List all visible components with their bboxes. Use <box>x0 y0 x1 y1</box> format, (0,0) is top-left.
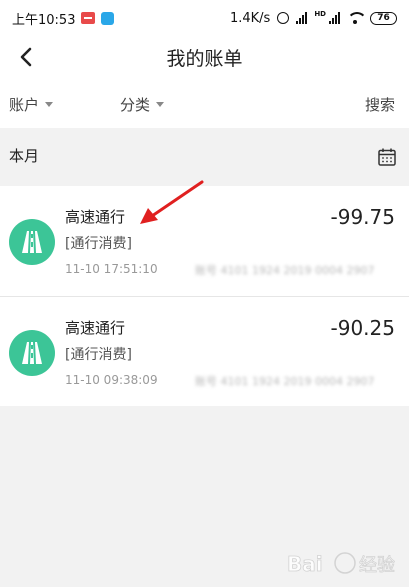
svg-text:经验: 经验 <box>359 555 395 576</box>
wifi-icon <box>347 12 367 24</box>
bill-list-item[interactable]: 高速通行 [通行消费] 11-10 09:38:09 账号 4101 1924 … <box>0 296 409 406</box>
baidu-jingyan-watermark: Bai 经验 <box>287 552 396 577</box>
app-icon <box>101 11 115 25</box>
battery-icon: 76 <box>370 11 397 25</box>
network-speed: 1.4K/s <box>229 10 271 26</box>
bill-card-number: 账号 4101 1924 2019 0004 2907 <box>195 264 375 277</box>
status-bar: 上午10:53 1.4K/s HD 76 <box>0 0 409 36</box>
category-filter-dropdown[interactable]: 分类 <box>120 94 165 115</box>
status-left: 上午10:53 <box>12 9 115 28</box>
nav-bar: 我的账单 <box>0 36 409 78</box>
bill-amount: -99.75 <box>330 205 395 229</box>
annotation-arrow-icon <box>140 180 204 224</box>
page-title: 我的账单 <box>166 48 243 70</box>
calendar-button[interactable] <box>377 147 397 167</box>
month-label: 本月 <box>9 147 40 165</box>
highway-icon <box>9 330 55 376</box>
bill-category: [通行消费] <box>65 347 132 363</box>
signal-hd-label: HD <box>314 9 326 18</box>
search-button[interactable]: 搜索 <box>365 94 395 115</box>
app-badge-icon <box>81 12 96 24</box>
highway-icon <box>9 219 55 265</box>
status-right: 1.4K/s HD 76 <box>229 9 397 26</box>
signal-icon <box>296 12 308 24</box>
bill-amount: -90.25 <box>330 316 395 340</box>
bill-card-number: 账号 4101 1924 2019 0004 2907 <box>195 375 375 388</box>
svg-text:Bai: Bai <box>287 552 323 576</box>
account-filter-label: 账户 <box>9 96 40 114</box>
alarm-icon <box>277 12 290 24</box>
category-filter-label: 分类 <box>120 96 151 114</box>
calendar-icon <box>378 148 396 166</box>
signal-icon-2 <box>329 12 340 24</box>
bill-title: 高速通行 <box>65 319 126 337</box>
bill-category: [通行消费] <box>65 236 132 252</box>
account-filter-dropdown[interactable]: 账户 <box>9 94 54 115</box>
caret-down-icon <box>156 102 165 107</box>
bill-time: 11-10 09:38:09 <box>65 373 158 387</box>
bill-title: 高速通行 <box>65 208 126 226</box>
bill-time: 11-10 17:51:10 <box>65 262 158 276</box>
status-time: 上午10:53 <box>12 12 76 28</box>
caret-down-icon <box>45 102 54 107</box>
filter-bar: 账户 分类 搜索 <box>0 78 409 128</box>
